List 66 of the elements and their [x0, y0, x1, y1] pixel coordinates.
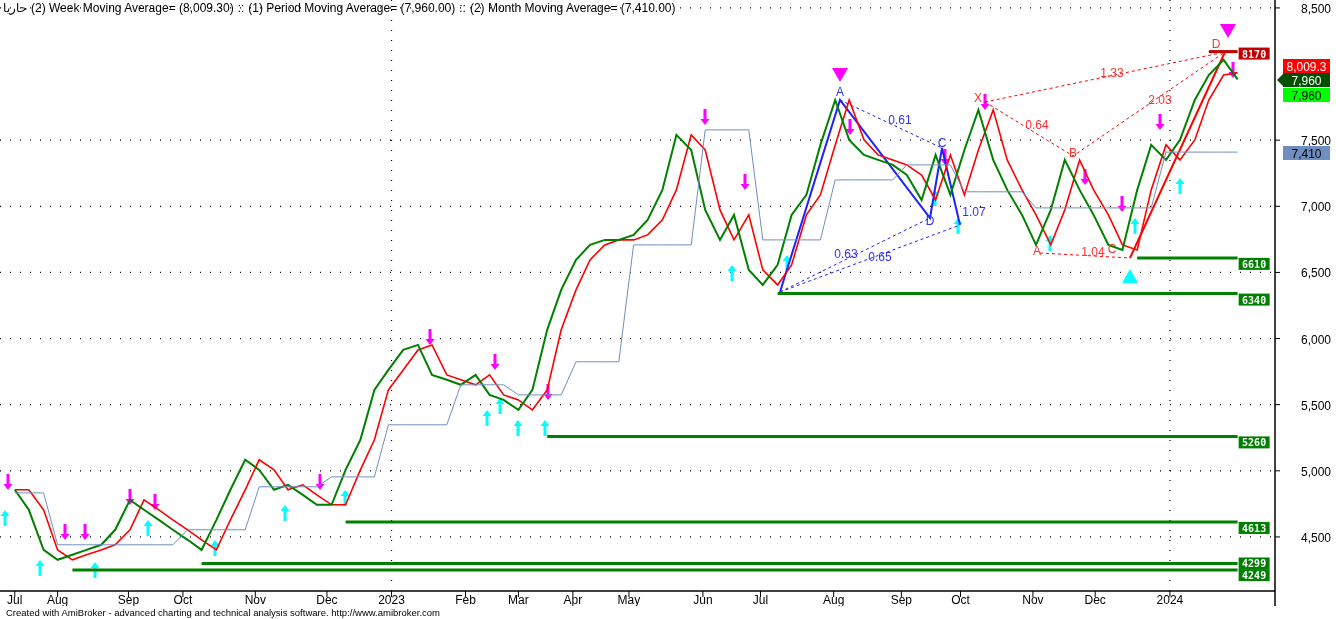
price-tag: 7,410	[1283, 146, 1330, 161]
level-tag: 4299	[1238, 557, 1270, 570]
axis-label: Nov	[1022, 593, 1044, 606]
series-label: 6610	[1242, 258, 1267, 270]
pattern-label: 2.03	[1148, 93, 1172, 107]
legend-entry: (2) Week Moving Average= (8,009.30)	[31, 1, 234, 15]
axis-label: 2024	[1156, 593, 1184, 606]
pattern-label: 0.64	[1025, 118, 1049, 132]
legend-separator: ::	[459, 1, 466, 15]
pattern-label: 0.65	[868, 250, 892, 264]
axis-label: 6,500	[1300, 266, 1331, 281]
axis-label: Mar	[508, 593, 529, 606]
axis-label: Apr	[563, 593, 583, 606]
axis-label: Jul	[752, 593, 769, 606]
pattern-label: 1.07	[962, 205, 986, 219]
legend-separator: ::	[237, 1, 245, 15]
axis-label: 4,500	[1300, 530, 1331, 545]
axis-label: Sep	[890, 593, 913, 606]
level-tag: 5260	[1238, 436, 1270, 449]
pattern-label: A	[836, 85, 844, 99]
axis-label: Oct	[951, 593, 970, 606]
level-tag: 8170	[1238, 47, 1270, 60]
pattern-label: B	[1069, 146, 1077, 160]
axis-label: Sep	[117, 593, 140, 606]
pattern-label: X	[974, 91, 982, 105]
axis-label: Feb	[455, 593, 476, 606]
legend-entry: (1) Period Moving Average= (7,960.00)	[248, 1, 456, 15]
price-tag: 7,960	[1283, 88, 1330, 103]
axis-label: Aug	[46, 593, 69, 606]
pattern-label: D	[925, 214, 935, 228]
symbol-name: حاريا	[3, 1, 27, 15]
level-tag: 6610	[1238, 257, 1270, 270]
pattern-label: 0.63	[834, 247, 858, 261]
axis-label: Dec	[316, 593, 338, 606]
series-label: 8170	[1242, 48, 1267, 60]
axis-label: 2023	[378, 593, 405, 606]
axis-label: Oct	[173, 593, 193, 606]
level-tag: 4613	[1238, 521, 1270, 534]
axis-label: Dec	[1084, 593, 1106, 606]
axis-label: 7,500	[1300, 134, 1331, 149]
series-label: 6340	[1242, 294, 1267, 306]
pattern-label: 0.61	[888, 113, 912, 127]
legend-label: 4249	[1242, 570, 1267, 582]
level-tag: 6340	[1238, 293, 1270, 306]
footer-credit: Created with AmiBroker - advanced charting and technical analysis software. http://www.amibroker.com	[5, 606, 442, 619]
pattern-label: 1.04	[1081, 245, 1105, 259]
axis-label: 6,000	[1300, 332, 1331, 347]
axis-label: 5,500	[1300, 398, 1331, 413]
level-tag: 4249	[1238, 569, 1270, 582]
axis-label: Nov	[244, 593, 266, 606]
axis-label: 7,000	[1300, 200, 1331, 215]
pattern-label: A	[1033, 244, 1041, 258]
legend-entry: (2) Month Moving Average= (7,410.00)	[469, 1, 676, 15]
axis-label: 8,500	[1300, 1, 1331, 16]
pattern-label: 1.33	[1100, 66, 1124, 80]
pattern-label: D	[1211, 37, 1221, 51]
series-label: 4613	[1242, 522, 1267, 534]
axis-label: May	[617, 593, 641, 606]
axis-label: 5,000	[1300, 464, 1331, 479]
series-label: 5260	[1242, 437, 1267, 449]
price-tag: 8,009.3	[1283, 59, 1330, 74]
axis-label: Jul	[7, 593, 23, 606]
pattern-label: C	[937, 136, 947, 150]
series-label: 4299	[1242, 558, 1267, 570]
axis-label: Aug	[822, 593, 845, 606]
axis-label: Jun	[693, 593, 713, 606]
